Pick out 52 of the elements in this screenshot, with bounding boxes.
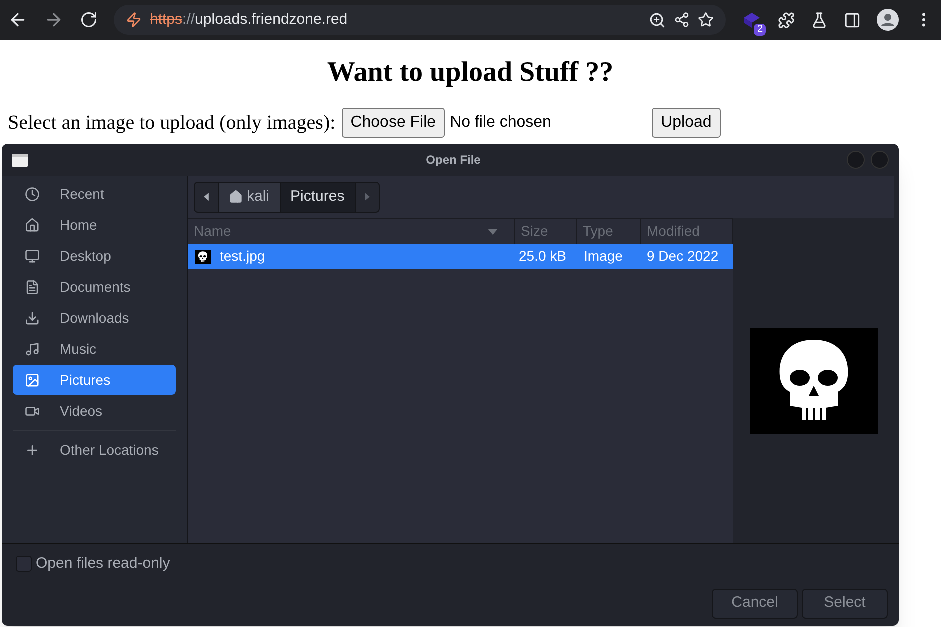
side-panel-icon[interactable] bbox=[844, 12, 861, 28]
url-separator: :// bbox=[182, 10, 196, 30]
cancel-button[interactable]: Cancel bbox=[712, 588, 798, 618]
reload-icon[interactable] bbox=[80, 11, 98, 29]
sidebar-item[interactable]: Home bbox=[13, 210, 176, 240]
read-only-checkbox[interactable]: Open files read-only bbox=[16, 553, 885, 576]
documents-icon bbox=[25, 280, 40, 294]
sort-arrow-icon bbox=[488, 228, 498, 234]
sidebar-item[interactable]: Other Locations bbox=[13, 435, 176, 465]
choose-file-button[interactable]: Choose File bbox=[342, 108, 446, 138]
downloads-icon bbox=[25, 310, 40, 326]
upload-button[interactable]: Upload bbox=[652, 108, 721, 138]
file-status: No file chosen bbox=[450, 113, 552, 133]
address-bar[interactable]: https://uploads.friendzone.red bbox=[114, 5, 726, 35]
file-modified: 9 Dec 2022 bbox=[647, 248, 719, 264]
recent-icon bbox=[25, 186, 40, 202]
thumbnail-icon bbox=[195, 250, 211, 264]
url-scheme: https bbox=[150, 10, 183, 30]
star-icon[interactable] bbox=[698, 12, 714, 28]
file-row[interactable]: test.jpg 25.0 kB Image 9 Dec 2022 bbox=[188, 244, 733, 269]
url-host: uploads.friendzone.red bbox=[195, 10, 348, 30]
left-triangle-icon bbox=[204, 193, 209, 201]
sidebar-item[interactable]: Downloads bbox=[13, 303, 176, 333]
path-segment[interactable]: Pictures bbox=[280, 182, 356, 212]
right-triangle-icon bbox=[364, 193, 370, 201]
avatar-icon[interactable] bbox=[877, 9, 899, 31]
dialog-title: Open File bbox=[425, 152, 482, 169]
cube-icon[interactable] bbox=[742, 10, 762, 30]
sidebar-item[interactable]: Recent bbox=[13, 179, 176, 209]
music-icon bbox=[25, 342, 40, 356]
sidebar-item[interactable]: Pictures bbox=[13, 365, 176, 395]
sidebar-item[interactable]: Desktop bbox=[13, 241, 176, 271]
path-segment[interactable]: kali bbox=[219, 182, 281, 212]
home-icon bbox=[229, 190, 243, 204]
extension-badge: 2 bbox=[754, 24, 766, 36]
file-name: test.jpg bbox=[220, 247, 266, 266]
flask-icon[interactable] bbox=[811, 12, 828, 28]
sidebar-item[interactable]: Videos bbox=[13, 396, 176, 426]
file-type: Image bbox=[584, 248, 623, 264]
zoom-icon[interactable] bbox=[649, 12, 666, 28]
page-heading: Want to upload Stuff ?? bbox=[326, 56, 615, 90]
puzzle-icon[interactable] bbox=[778, 12, 795, 28]
sidebar-item[interactable]: Music bbox=[13, 334, 176, 364]
pictures-icon bbox=[25, 372, 40, 388]
share-icon[interactable] bbox=[674, 12, 690, 28]
desktop-icon bbox=[25, 248, 40, 264]
window-icon bbox=[12, 154, 28, 166]
file-size: 25.0 kB bbox=[519, 248, 566, 264]
select-button[interactable]: Select bbox=[802, 588, 888, 618]
home-icon bbox=[25, 218, 40, 232]
upload-prompt: Select an image to upload (only images): bbox=[8, 111, 336, 136]
sidebar-item[interactable]: Documents bbox=[13, 272, 176, 302]
